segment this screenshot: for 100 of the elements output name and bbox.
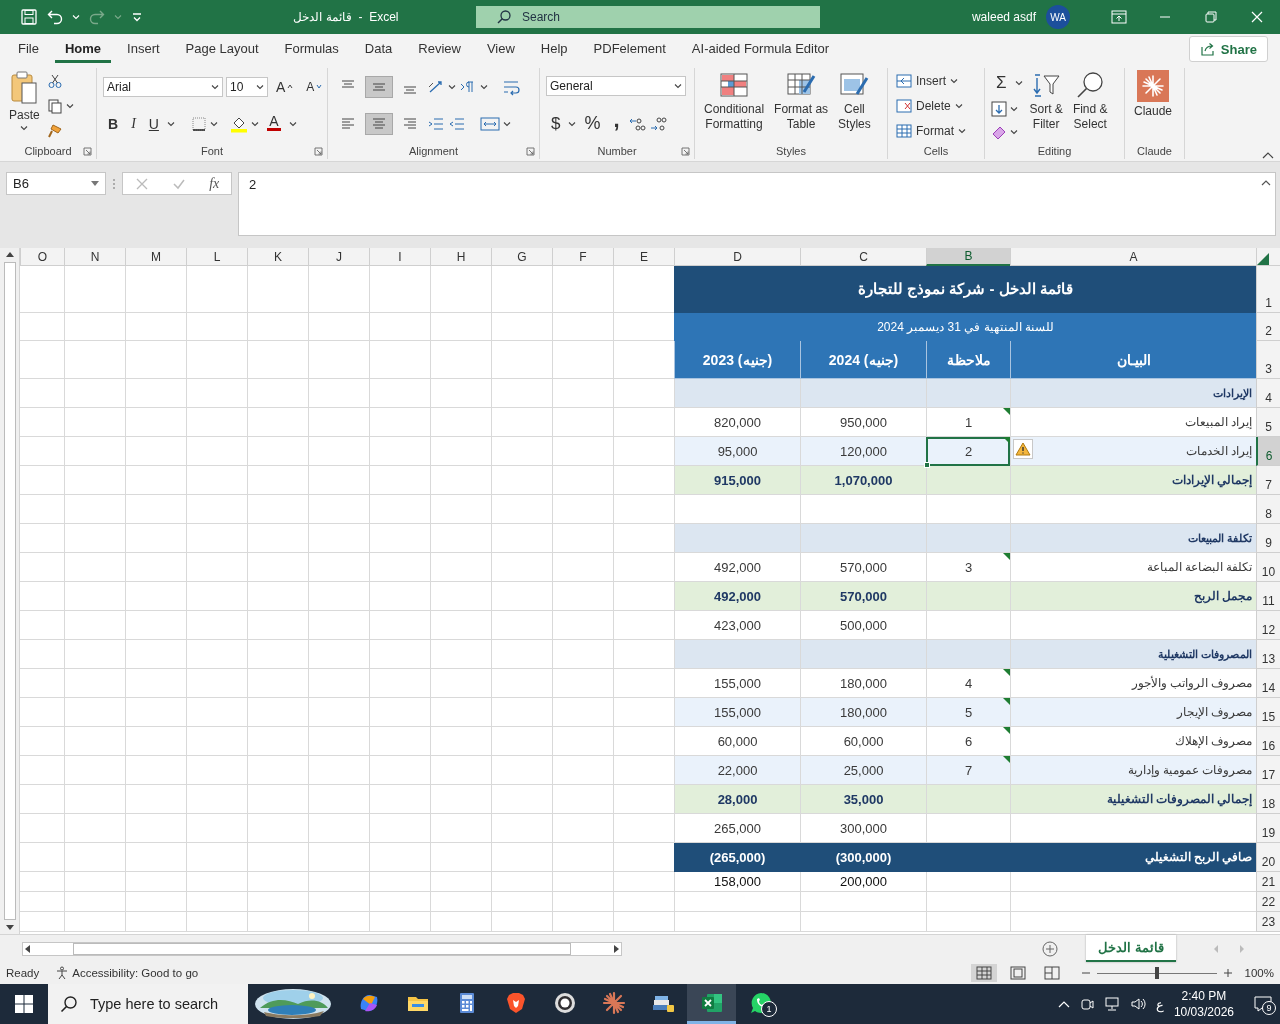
- ribbon-tab[interactable]: Insert: [117, 35, 170, 63]
- input-language[interactable]: ع: [1155, 996, 1164, 1012]
- row-header[interactable]: 19: [1256, 814, 1280, 843]
- caret-icon[interactable]: [1010, 105, 1018, 112]
- name-box[interactable]: B6: [6, 172, 106, 195]
- row-header[interactable]: 5: [1256, 408, 1280, 437]
- column-header[interactable]: J: [308, 248, 369, 266]
- dialog-launcher-icon[interactable]: [314, 147, 323, 156]
- clock[interactable]: 2:40 PM 10/03/2026: [1173, 988, 1234, 1020]
- row-header[interactable]: 11: [1256, 582, 1280, 611]
- caret-icon[interactable]: [65, 102, 74, 109]
- row-header[interactable]: 14: [1256, 669, 1280, 698]
- camera-icon[interactable]: [1079, 997, 1094, 1011]
- fill-color-icon[interactable]: [229, 115, 248, 134]
- caret-icon[interactable]: [674, 83, 682, 90]
- ribbon-tab[interactable]: PDFelement: [583, 35, 676, 63]
- bold-button[interactable]: B: [103, 113, 124, 136]
- row-header[interactable]: 1: [1256, 266, 1280, 313]
- row-header[interactable]: 7: [1256, 466, 1280, 495]
- normal-view-icon[interactable]: [970, 964, 997, 982]
- row-header[interactable]: 13: [1256, 640, 1280, 669]
- ribbon-tab[interactable]: Help: [530, 35, 578, 63]
- select-all-button[interactable]: [1256, 248, 1280, 266]
- dialog-launcher-icon[interactable]: [83, 147, 92, 156]
- restore-icon[interactable]: [1204, 10, 1218, 24]
- comma-style-button[interactable]: ,: [608, 112, 625, 135]
- font-color-button[interactable]: A: [261, 113, 286, 136]
- scrollbar-thumb[interactable]: [3, 262, 16, 920]
- currency-button[interactable]: $: [546, 112, 566, 135]
- caret-icon[interactable]: [211, 83, 219, 90]
- dialog-launcher-icon[interactable]: [526, 147, 535, 156]
- row-header[interactable]: 8: [1256, 495, 1280, 524]
- caret-icon[interactable]: [448, 83, 456, 90]
- conditional-formatting-button[interactable]: Conditional Formatting: [701, 68, 768, 143]
- caret-icon[interactable]: [480, 83, 488, 90]
- row-header[interactable]: 12: [1256, 611, 1280, 640]
- save-icon[interactable]: [20, 8, 38, 26]
- row-header[interactable]: 18: [1256, 785, 1280, 814]
- column-header[interactable]: B: [926, 248, 1010, 266]
- caret-icon[interactable]: [1014, 79, 1023, 86]
- orientation-icon[interactable]: [427, 78, 445, 95]
- middle-align-icon[interactable]: [365, 75, 393, 98]
- caret-icon[interactable]: [1010, 128, 1018, 135]
- warning-button[interactable]: [1013, 439, 1033, 459]
- ribbon-tab[interactable]: Review: [408, 35, 471, 63]
- ribbon-tab[interactable]: Data: [354, 35, 403, 63]
- row-header[interactable]: 10: [1256, 553, 1280, 582]
- row-header[interactable]: 20: [1256, 843, 1280, 872]
- caret-icon[interactable]: [166, 121, 175, 128]
- user-avatar[interactable]: WA: [1046, 5, 1070, 29]
- font-name-field[interactable]: Arial: [103, 76, 223, 97]
- caret-icon[interactable]: [288, 121, 297, 128]
- cut-icon[interactable]: [46, 72, 63, 89]
- sort-filter-button[interactable]: Sort & Filter: [1026, 68, 1066, 143]
- caret-icon[interactable]: [954, 102, 963, 109]
- windows-logo-icon[interactable]: [15, 995, 33, 1013]
- row-header[interactable]: 15: [1256, 698, 1280, 727]
- caret-icon[interactable]: [503, 121, 511, 128]
- caret-icon[interactable]: [20, 125, 29, 131]
- paste-button[interactable]: Paste: [6, 68, 43, 143]
- zoom-in-icon[interactable]: [1222, 968, 1233, 978]
- borders-icon[interactable]: [190, 116, 207, 133]
- cell-styles-button[interactable]: Cell Styles: [835, 68, 874, 143]
- starburst-icon[interactable]: [601, 990, 626, 1015]
- row-header[interactable]: 3: [1256, 341, 1280, 379]
- decrease-decimal-icon[interactable]: [648, 114, 667, 133]
- undo-icon[interactable]: [46, 8, 64, 26]
- row-header[interactable]: 6: [1256, 437, 1280, 466]
- ribbon-tab[interactable]: Formulas: [274, 35, 349, 63]
- row-header[interactable]: 4: [1256, 379, 1280, 408]
- dialog-launcher-icon[interactable]: [681, 147, 690, 156]
- caret-icon[interactable]: [568, 120, 577, 127]
- caret-icon[interactable]: [256, 83, 264, 90]
- zoom-level[interactable]: 100%: [1244, 967, 1274, 979]
- merge-center-icon[interactable]: [480, 116, 500, 133]
- underline-button[interactable]: U: [143, 113, 164, 136]
- fill-handle[interactable]: [924, 462, 930, 468]
- close-icon[interactable]: [1250, 10, 1264, 24]
- column-header[interactable]: L: [186, 248, 247, 266]
- column-header[interactable]: O: [20, 248, 64, 266]
- italic-button[interactable]: I: [126, 113, 141, 136]
- caret-icon[interactable]: [950, 77, 958, 84]
- caret-icon[interactable]: [958, 127, 966, 134]
- volume-icon[interactable]: [1129, 997, 1146, 1011]
- shrink-font-button[interactable]: A: [301, 75, 328, 98]
- ribbon-tab[interactable]: File: [8, 35, 49, 63]
- row-header[interactable]: 21: [1256, 872, 1280, 892]
- column-header[interactable]: I: [369, 248, 430, 266]
- ribbon-display-icon[interactable]: [1111, 10, 1127, 24]
- scroll-down-icon[interactable]: [4, 924, 15, 932]
- format-painter-icon[interactable]: [46, 122, 63, 139]
- sheet-tab[interactable]: قائمة الدخل: [1086, 935, 1176, 962]
- format-as-table-button[interactable]: Format as Table: [771, 68, 832, 143]
- row-header[interactable]: 17: [1256, 756, 1280, 785]
- row-header[interactable]: 23: [1256, 912, 1280, 932]
- row-header[interactable]: 9: [1256, 524, 1280, 553]
- grow-font-button[interactable]: A: [271, 75, 299, 98]
- share-button[interactable]: Share: [1188, 36, 1268, 62]
- show-hidden-icons-icon[interactable]: [1057, 1000, 1070, 1008]
- column-header[interactable]: G: [491, 248, 552, 266]
